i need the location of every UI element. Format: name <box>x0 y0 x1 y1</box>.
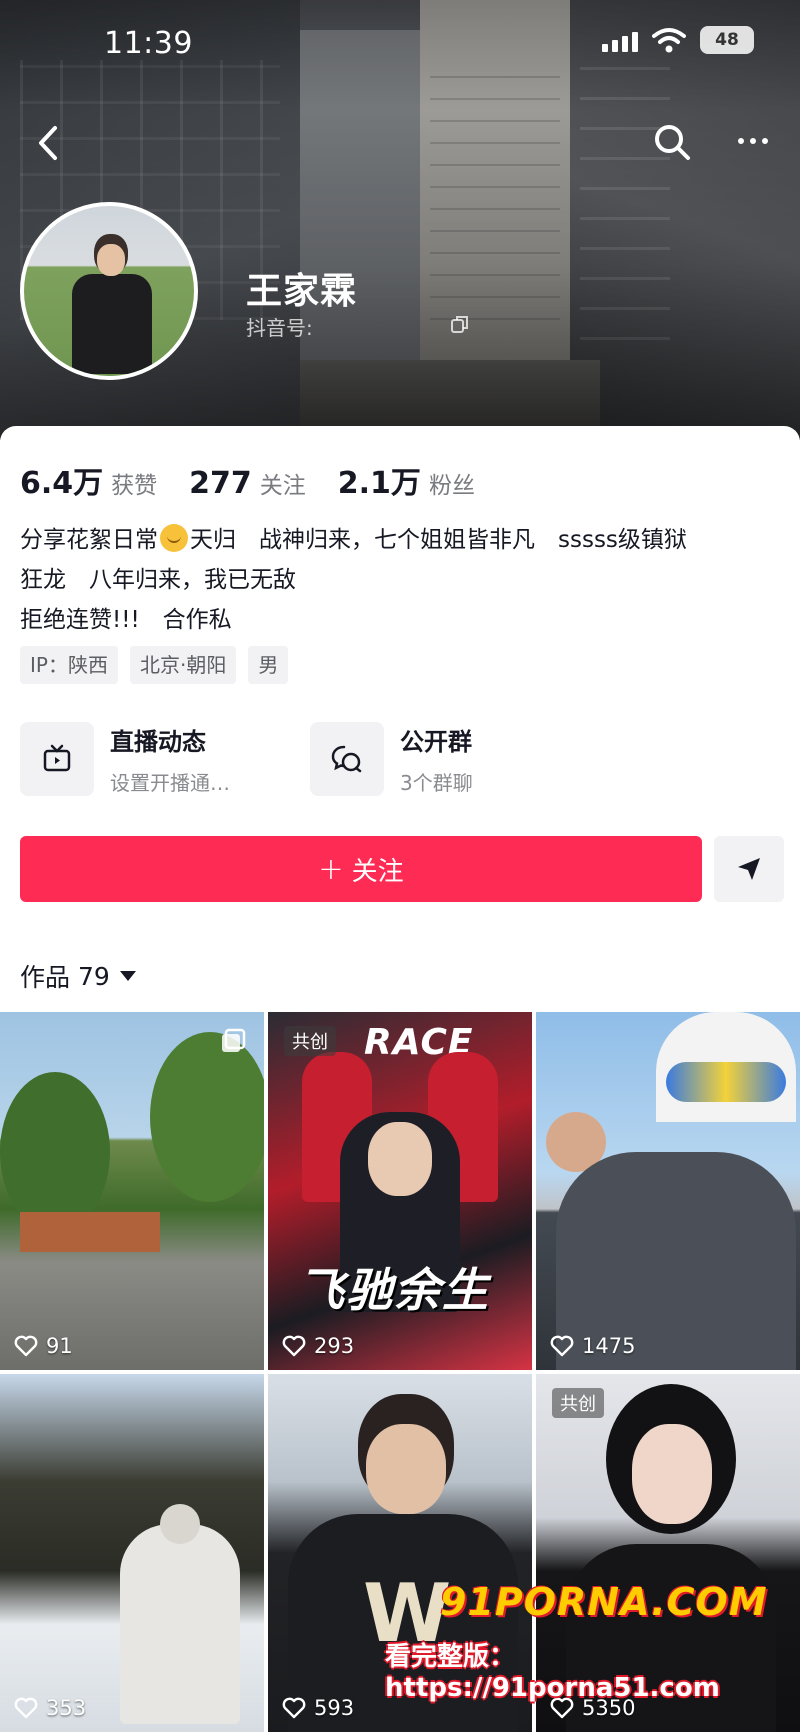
plus-icon: + <box>318 851 344 887</box>
card-subtitle: 设置开播通… <box>110 771 230 795</box>
stat-following[interactable]: 277 关注 <box>189 466 306 501</box>
card-title: 公开群 <box>400 728 472 756</box>
profile-stats: 6.4万 获赞 277 关注 2.1万 粉丝 <box>20 458 507 502</box>
like-count: 593 <box>282 1696 354 1720</box>
back-button[interactable] <box>28 118 68 168</box>
co-create-badge: 共创 <box>284 1026 336 1056</box>
heart-icon <box>282 1335 306 1357</box>
douyin-id: 抖音号: <box>246 316 313 340</box>
like-count: 293 <box>282 1334 354 1358</box>
copy-icon[interactable] <box>450 314 470 334</box>
baby-emoji-icon <box>160 524 188 552</box>
heart-icon <box>282 1697 306 1719</box>
follow-button[interactable]: + 关注 <box>20 836 702 902</box>
group-chat-icon <box>331 745 362 773</box>
profile-tags: IP：陕西 北京·朝阳 男 <box>20 646 289 684</box>
stat-value: 277 <box>189 466 252 501</box>
heart-icon <box>14 1697 38 1719</box>
card-title: 直播动态 <box>110 728 206 756</box>
stat-likes[interactable]: 6.4万 获赞 <box>20 458 157 502</box>
bio-line: 拒绝连赞!!! 合作私 <box>20 607 232 633</box>
co-create-badge: 共创 <box>552 1388 604 1418</box>
stat-followers[interactable]: 2.1万 粉丝 <box>338 458 475 502</box>
avatar[interactable] <box>20 202 198 380</box>
works-count: 79 <box>78 961 110 991</box>
signal-icon <box>602 28 638 52</box>
live-activity-card[interactable]: 直播动态 设置开播通… <box>20 722 310 796</box>
works-tab[interactable]: 作品 79 <box>20 958 136 994</box>
search-button[interactable] <box>650 120 696 166</box>
battery-icon: 48 <box>700 26 754 54</box>
stat-label: 关注 <box>259 473 306 499</box>
tag-gender: 男 <box>248 646 289 684</box>
more-dot-icon <box>738 138 744 144</box>
stat-label: 粉丝 <box>428 473 475 499</box>
stat-label: 获赞 <box>111 473 158 499</box>
watermark-brand: 91PORNA.COM <box>440 1580 768 1624</box>
stat-value: 6.4万 <box>20 466 104 501</box>
follow-label: 关注 <box>351 856 404 887</box>
multi-image-icon <box>222 1028 246 1052</box>
card-subtitle: 3个群聊 <box>400 771 473 795</box>
profile-name: 王家霖 <box>246 271 358 312</box>
bio-line: 狂龙 八年归来，我已无敌 <box>20 567 296 593</box>
wifi-icon <box>652 28 686 53</box>
caret-down-icon <box>119 971 136 981</box>
feature-cards: 直播动态 设置开播通… 公开群 3个群聊 <box>20 722 600 796</box>
heart-icon <box>14 1335 38 1357</box>
works-label: 作品 <box>20 963 71 992</box>
video-tile[interactable]: 91 <box>0 1012 264 1370</box>
send-icon <box>738 858 760 880</box>
bio-line: 分享花絮日常 天归 战神归来，七个姐姐皆非凡 sssss级镇狱 <box>20 520 790 560</box>
poster-title: 飞驰余生 <box>298 1263 490 1317</box>
more-options-button[interactable] <box>730 126 776 156</box>
status-icons: 48 <box>602 26 754 54</box>
status-time: 11:39 <box>104 26 193 61</box>
video-tile[interactable]: RACE 共创 飞驰余生 293 <box>268 1012 532 1370</box>
profile-bio: 分享花絮日常 天归 战神归来，七个姐姐皆非凡 sssss级镇狱 狂龙 八年归来，我… <box>20 520 790 640</box>
like-count: 1475 <box>550 1334 635 1358</box>
tag-location: 北京·朝阳 <box>129 646 237 684</box>
search-icon <box>655 125 690 160</box>
more-dot-icon <box>750 138 756 144</box>
like-count: 91 <box>14 1334 73 1358</box>
video-tile[interactable]: 353 <box>0 1374 264 1732</box>
tag-ip: IP：陕西 <box>20 646 118 684</box>
like-count: 353 <box>14 1696 86 1720</box>
video-tile[interactable]: 1475 <box>536 1012 800 1370</box>
public-group-card[interactable]: 公开群 3个群聊 <box>310 722 600 796</box>
more-dot-icon <box>762 138 768 144</box>
chevron-left-icon <box>39 126 57 160</box>
share-button[interactable] <box>714 836 784 902</box>
heart-icon <box>550 1335 574 1357</box>
tv-icon <box>43 744 71 772</box>
stat-value: 2.1万 <box>337 466 421 501</box>
watermark-url: 看完整版：https://91porna51.com <box>385 1642 720 1703</box>
